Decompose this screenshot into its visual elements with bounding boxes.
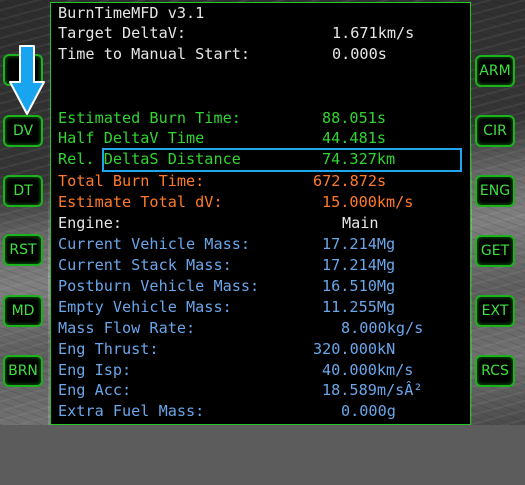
extra-fuel-mass-value: 0.000g	[341, 402, 396, 420]
half-deltav-time-value: 44.481s	[322, 129, 387, 147]
estimated-burn-time-value: 88.051s	[322, 109, 387, 127]
half-deltav-time-row: Half DeltaV Time 44.481s	[58, 128, 386, 149]
dv-button[interactable]: DV	[3, 115, 43, 147]
eng-isp-label: Eng Isp:	[58, 361, 132, 379]
time-to-manual-start-value: 0.000s	[332, 45, 387, 63]
eng-acc-row: Eng Acc: 18.589m/sÂ²	[58, 380, 423, 401]
total-burn-time-value: 672.872s	[313, 172, 387, 190]
time-to-manual-start-row: Time to Manual Start: 0.000s	[58, 44, 387, 65]
down-arrow-icon	[9, 45, 45, 115]
brn-button[interactable]: BRN	[3, 355, 43, 387]
get-button-label: GET	[480, 243, 510, 259]
extra-fuel-mass-row: Extra Fuel Mass: 0.000g	[58, 401, 396, 422]
target-deltav-row: Target DeltaV: 1.671km/s	[58, 23, 414, 44]
ext-button[interactable]: EXT	[475, 295, 515, 327]
current-stack-mass-value: 17.214Mg	[322, 256, 396, 274]
eng-isp-value: 40.000km/s	[322, 361, 414, 379]
eng-thrust-label: Eng Thrust:	[58, 340, 159, 358]
brn-button-label: BRN	[8, 363, 38, 379]
md-button[interactable]: MD	[3, 295, 43, 327]
current-vehicle-mass-label: Current Vehicle Mass:	[58, 235, 251, 253]
current-vehicle-mass-row: Current Vehicle Mass: 17.214Mg	[58, 234, 395, 255]
empty-vehicle-mass-row: Empty Vehicle Mass: 11.255Mg	[58, 297, 395, 318]
selected-row-highlight	[102, 148, 462, 172]
mfd-title: BurnTimeMFD v3.1	[58, 4, 205, 22]
engine-label: Engine:	[58, 214, 123, 232]
extra-fuel-mass-label: Extra Fuel Mass:	[58, 402, 205, 420]
estimate-total-dv-label: Estimate Total dV:	[58, 193, 223, 211]
mfd-display: BurnTimeMFD v3.1 Target DeltaV: 1.671km/…	[50, 2, 471, 425]
current-stack-mass-label: Current Stack Mass:	[58, 256, 232, 274]
rel-deltas-distance-row: Rel. DeltaS Distance 74.327km	[58, 149, 395, 170]
dt-button-label: DT	[13, 183, 33, 199]
estimate-total-dv-value: 15.000km/s	[322, 193, 414, 211]
get-button[interactable]: GET	[475, 235, 515, 267]
target-deltav-value: 1.671km/s	[332, 24, 415, 42]
cir-button[interactable]: CIR	[475, 115, 515, 147]
total-burn-time-row: Total Burn Time: 672.872s	[58, 171, 386, 192]
eng-thrust-row: Eng Thrust: 320.000kN	[58, 339, 395, 360]
estimated-burn-time-row: Estimated Burn Time: 88.051s	[58, 108, 386, 129]
eng-acc-label: Eng Acc:	[58, 381, 132, 399]
rcs-button-label: RCS	[481, 363, 509, 379]
current-vehicle-mass-value: 17.214Mg	[322, 235, 396, 253]
engine-value: Main	[342, 214, 379, 232]
estimate-total-dv-row: Estimate Total dV: 15.000km/s	[58, 192, 413, 213]
estimated-burn-time-label: Estimated Burn Time:	[58, 109, 241, 127]
dv-button-label: DV	[12, 123, 34, 139]
rst-button[interactable]: RST	[3, 234, 43, 266]
engine-row: Engine: Main	[58, 213, 379, 234]
postburn-vehicle-mass-value: 16.510Mg	[322, 277, 396, 295]
arm-button[interactable]: ARM	[475, 55, 515, 87]
eng-button[interactable]: ENG	[475, 175, 515, 207]
md-button-label: MD	[11, 303, 35, 319]
eng-isp-row: Eng Isp: 40.000km/s	[58, 360, 413, 381]
empty-vehicle-mass-value: 11.255Mg	[322, 298, 396, 316]
mass-flow-rate-value: 8.000kg/s	[341, 319, 424, 337]
eng-thrust-value: 320.000kN	[313, 340, 396, 358]
cir-button-label: CIR	[483, 123, 507, 139]
arm-button-label: ARM	[479, 63, 511, 79]
eng-button-label: ENG	[479, 183, 511, 199]
mass-flow-rate-row: Mass Flow Rate: 8.000kg/s	[58, 318, 423, 339]
current-stack-mass-row: Current Stack Mass: 17.214Mg	[58, 255, 395, 276]
empty-vehicle-mass-label: Empty Vehicle Mass:	[58, 298, 232, 316]
dt-button[interactable]: DT	[3, 175, 43, 207]
postburn-vehicle-mass-label: Postburn Vehicle Mass:	[58, 277, 260, 295]
mass-flow-rate-label: Mass Flow Rate:	[58, 319, 196, 337]
half-deltav-time-label: Half DeltaV Time	[58, 129, 205, 147]
eng-acc-value: 18.589m/sÂ²	[322, 381, 423, 399]
ext-button-label: EXT	[481, 303, 509, 319]
postburn-vehicle-mass-row: Postburn Vehicle Mass: 16.510Mg	[58, 276, 395, 297]
time-to-manual-start-label: Time to Manual Start:	[58, 45, 251, 63]
rcs-button[interactable]: RCS	[475, 355, 515, 387]
target-deltav-label: Target DeltaV:	[58, 24, 187, 42]
total-burn-time-label: Total Burn Time:	[58, 172, 205, 190]
rst-button-label: RST	[9, 242, 37, 258]
